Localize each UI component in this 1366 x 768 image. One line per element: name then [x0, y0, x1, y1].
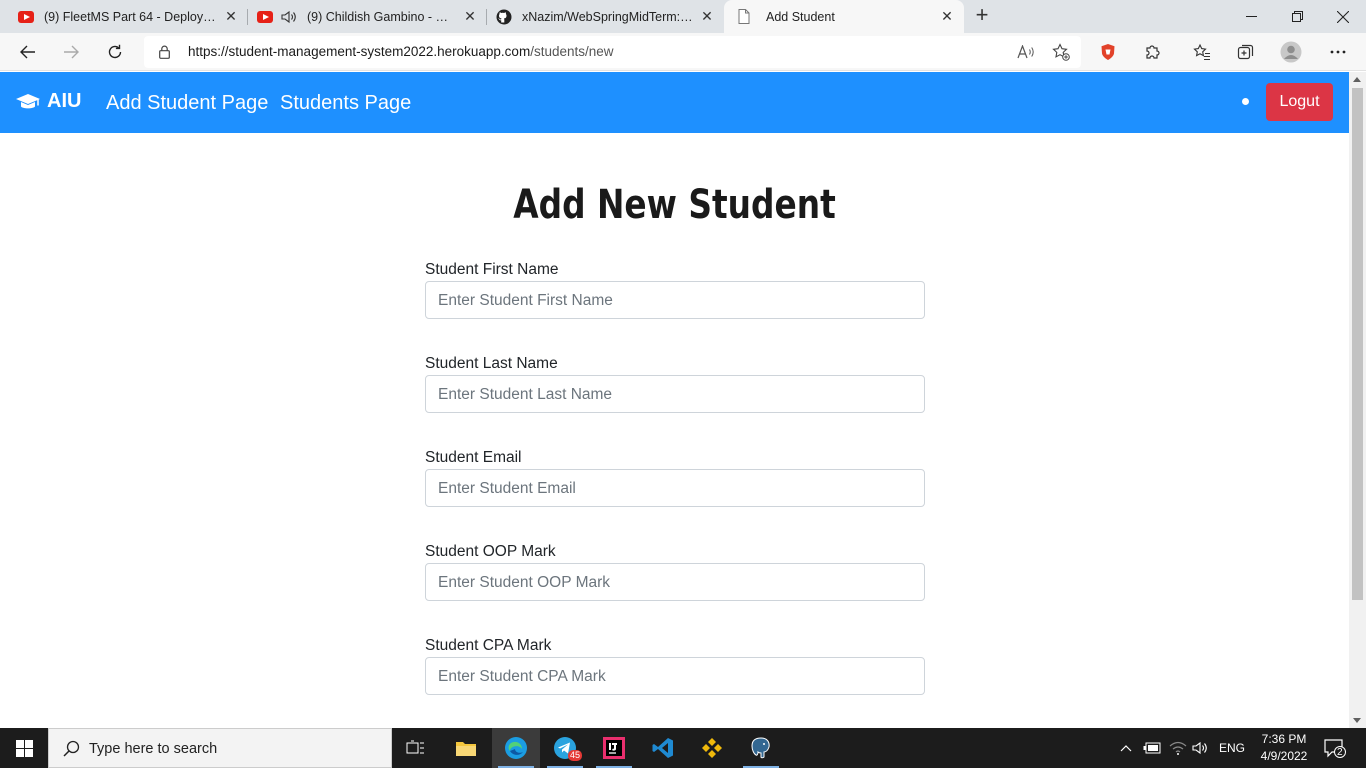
- scroll-down-arrow[interactable]: [1353, 718, 1361, 723]
- oop-mark-label: Student OOP Mark: [425, 543, 556, 560]
- placeholder: Enter Student Email: [438, 480, 576, 497]
- brave-shield-icon[interactable]: [1095, 39, 1121, 65]
- nav-add-student-page[interactable]: Add Student Page: [106, 92, 268, 115]
- app-navbar: AIU Add Student Page Students Page Logut: [0, 72, 1349, 133]
- oop-mark-input[interactable]: Enter Student OOP Mark: [425, 563, 925, 601]
- cpa-mark-group: Student CPA Mark Enter Student CPA Mark: [425, 637, 925, 695]
- github-icon: [496, 9, 512, 25]
- read-aloud-icon[interactable]: [1013, 39, 1039, 65]
- page-viewport: AIU Add Student Page Students Page Logut…: [0, 72, 1349, 728]
- more-menu-icon[interactable]: [1325, 39, 1351, 65]
- tab-title: (9) Childish Gambino - Redt: [307, 9, 453, 24]
- youtube-icon: [257, 9, 273, 25]
- last-name-group: Student Last Name Enter Student Last Nam…: [425, 355, 925, 413]
- scroll-thumb[interactable]: [1352, 88, 1363, 600]
- email-label: Student Email: [425, 449, 522, 466]
- tab-title: (9) FleetMS Part 64 - Deploy Spr: [44, 9, 218, 24]
- notifications-count: 2: [1337, 747, 1343, 758]
- refresh-button[interactable]: [102, 39, 128, 65]
- close-tab-icon[interactable]: ✕: [223, 8, 239, 24]
- url-path: /students/new: [530, 44, 614, 59]
- url-host: https://student-management-system2022.he…: [188, 44, 531, 59]
- address-bar[interactable]: https://student-management-system2022.he…: [144, 36, 1081, 68]
- email-group: Student Email Enter Student Email: [425, 449, 925, 507]
- start-button[interactable]: [0, 728, 48, 768]
- brand-text: AIU: [47, 90, 82, 112]
- tab-add-student[interactable]: Add Student ✕: [724, 0, 964, 33]
- page-title: Add New Student: [513, 182, 836, 228]
- lock-icon[interactable]: [159, 45, 170, 64]
- minimize-button[interactable]: [1228, 0, 1274, 33]
- windows-logo-icon: [15, 739, 33, 757]
- vscode-icon[interactable]: [639, 728, 687, 768]
- placeholder: Enter Student OOP Mark: [438, 574, 611, 591]
- first-name-group: Student First Name Enter Student First N…: [425, 261, 925, 319]
- edge-icon[interactable]: [492, 728, 540, 768]
- search-placeholder: Type here to search: [89, 741, 218, 757]
- search-icon: [63, 740, 80, 762]
- new-tab-button[interactable]: +: [970, 4, 994, 28]
- file-explorer-icon[interactable]: [442, 728, 490, 768]
- restore-button[interactable]: [1274, 0, 1320, 33]
- oop-mark-group: Student OOP Mark Enter Student OOP Mark: [425, 543, 925, 601]
- add-favorite-icon[interactable]: [1048, 39, 1074, 65]
- back-button[interactable]: [15, 39, 41, 65]
- language-indicator[interactable]: ENG: [1219, 728, 1245, 768]
- placeholder: Enter Student CPA Mark: [438, 668, 606, 685]
- tab-title: xNazim/WebSpringMidTerm: Pro: [522, 9, 694, 24]
- cpa-mark-input[interactable]: Enter Student CPA Mark: [425, 657, 925, 695]
- favorites-icon[interactable]: [1189, 39, 1215, 65]
- youtube-icon: [18, 9, 34, 25]
- url-text[interactable]: https://student-management-system2022.he…: [188, 44, 614, 59]
- last-name-input[interactable]: Enter Student Last Name: [425, 375, 925, 413]
- scroll-up-arrow[interactable]: [1353, 77, 1361, 82]
- logout-button[interactable]: Logut: [1266, 83, 1333, 121]
- close-tab-icon[interactable]: ✕: [939, 8, 955, 24]
- close-window-button[interactable]: [1320, 0, 1366, 33]
- profile-avatar[interactable]: [1278, 39, 1304, 65]
- forward-button[interactable]: [58, 39, 84, 65]
- tab-strip: (9) FleetMS Part 64 - Deploy Spr ✕ (9) C…: [0, 0, 1366, 33]
- intellij-icon[interactable]: [590, 728, 638, 768]
- first-name-label: Student First Name: [425, 261, 559, 278]
- extensions-icon[interactable]: [1140, 39, 1166, 65]
- nav-bullet-dot: [1242, 98, 1249, 105]
- binance-icon[interactable]: [688, 728, 736, 768]
- close-tab-icon[interactable]: ✕: [462, 8, 478, 24]
- graduation-cap-icon: [16, 93, 40, 108]
- tab-github[interactable]: xNazim/WebSpringMidTerm: Pro ✕: [487, 0, 723, 33]
- clock-time: 7:36 PM: [1261, 732, 1307, 746]
- page-icon: [736, 9, 752, 25]
- postgresql-icon[interactable]: [737, 728, 785, 768]
- network-icon[interactable]: [1169, 728, 1187, 768]
- browser-toolbar: https://student-management-system2022.he…: [0, 33, 1366, 71]
- volume-icon[interactable]: [1192, 728, 1208, 768]
- tab-fleetms[interactable]: (9) FleetMS Part 64 - Deploy Spr ✕: [0, 0, 247, 33]
- telegram-icon[interactable]: 45: [541, 728, 589, 768]
- speaker-icon[interactable]: [281, 9, 297, 25]
- taskbar-search[interactable]: Type here to search: [48, 728, 392, 768]
- placeholder: Enter Student Last Name: [438, 386, 613, 403]
- windows-taskbar: Type here to search 45 ENG 7:36 PM 4/9/2…: [0, 728, 1366, 768]
- cpa-mark-label: Student CPA Mark: [425, 637, 552, 654]
- email-input[interactable]: Enter Student Email: [425, 469, 925, 507]
- placeholder: Enter Student First Name: [438, 292, 613, 309]
- task-view-icon[interactable]: [392, 728, 440, 768]
- first-name-input[interactable]: Enter Student First Name: [425, 281, 925, 319]
- last-name-label: Student Last Name: [425, 355, 558, 372]
- clock-date: 4/9/2022: [1260, 749, 1308, 763]
- telegram-badge: 45: [568, 750, 583, 761]
- battery-icon[interactable]: [1143, 728, 1161, 768]
- taskbar-clock[interactable]: 7:36 PM 4/9/2022: [1252, 731, 1316, 765]
- collections-icon[interactable]: [1233, 39, 1259, 65]
- tab-childish-gambino[interactable]: (9) Childish Gambino - Redt ✕: [248, 0, 486, 33]
- show-hidden-icons[interactable]: [1120, 728, 1132, 768]
- close-tab-icon[interactable]: ✕: [699, 8, 715, 24]
- tab-title: Add Student: [766, 9, 835, 24]
- brand-link[interactable]: AIU: [16, 90, 81, 113]
- page-scrollbar[interactable]: [1349, 72, 1366, 728]
- nav-students-page[interactable]: Students Page: [280, 92, 411, 115]
